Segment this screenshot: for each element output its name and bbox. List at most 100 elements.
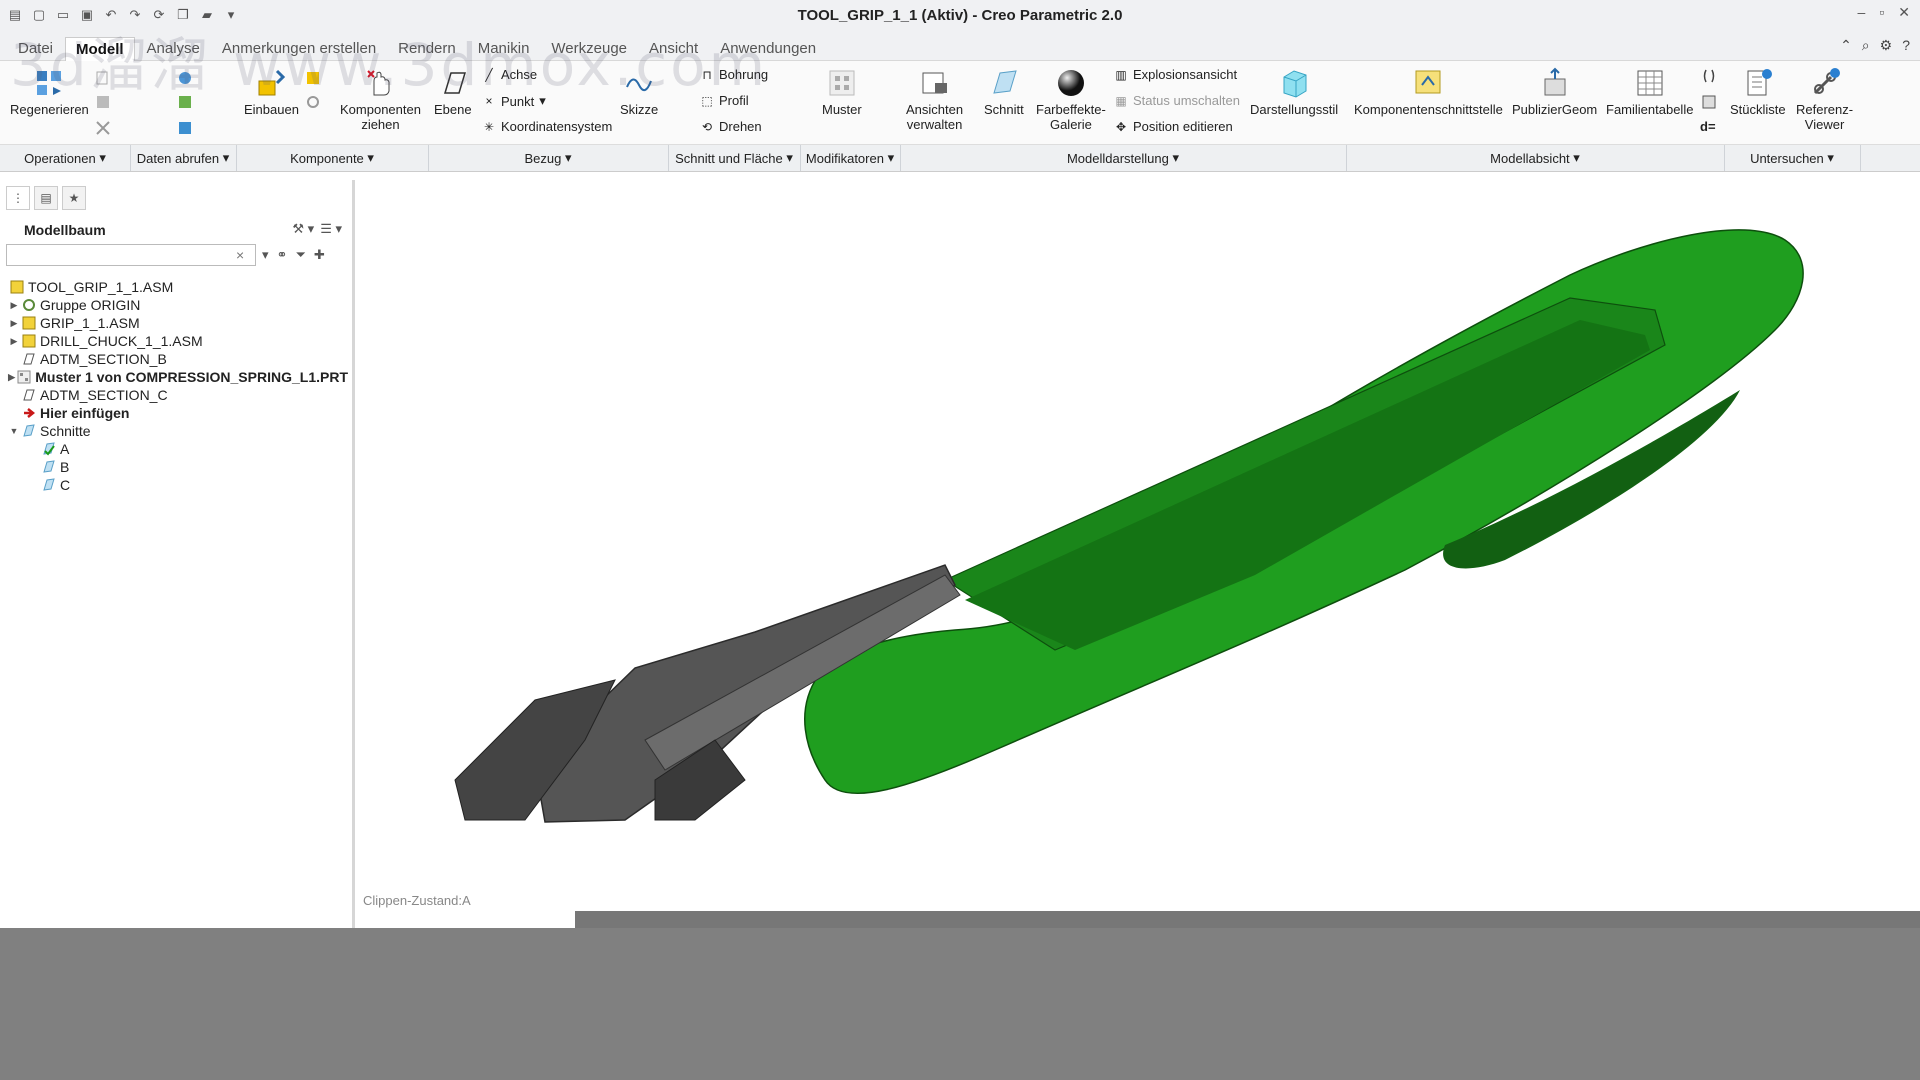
familientabelle-button[interactable]: Familientabelle — [1606, 67, 1693, 117]
drag-components-icon — [364, 67, 396, 99]
tree-item-tool-grip-asm[interactable]: TOOL_GRIP_1_1.ASM — [8, 278, 348, 296]
section-icon — [988, 67, 1020, 99]
delete-icon[interactable] — [94, 119, 112, 137]
tree-settings-icon[interactable]: ⚒ ▾ — [292, 221, 314, 237]
family-table-icon — [1634, 67, 1666, 99]
tree-item-section-b[interactable]: B — [8, 458, 348, 476]
navigator-panel: ⋮ ▤ ★ Modellbaum ⚒ ▾ ☰ ▾ × ▾ ⚭ ⏷ ✚ TOOL_… — [0, 180, 355, 928]
tab-anwendungen[interactable]: Anwendungen — [710, 37, 826, 61]
search-icon[interactable]: ⌕ — [1862, 37, 1870, 54]
group-daten-abrufen[interactable]: Daten abrufen ▾ — [130, 145, 237, 171]
muster-button[interactable]: Muster — [822, 67, 862, 117]
explosionsansicht-button[interactable]: ▥ Explosionsansicht — [1114, 67, 1237, 82]
title-bar: ▤ ▢ ▭ ▣ ↶ ↷ ⟳ ❐ ▰ ▾ TOOL_GRIP_1_1 (Aktiv… — [0, 0, 1920, 32]
model-tree-tab-icon[interactable]: ⋮ — [6, 186, 30, 210]
group-modifikatoren[interactable]: Modifikatoren ▾ — [800, 145, 901, 171]
repeat-icon[interactable] — [304, 93, 322, 111]
tab-datei[interactable]: Datei — [8, 37, 63, 61]
tab-manikin[interactable]: Manikin — [468, 37, 540, 61]
tree-item-muster-compression-spring[interactable]: ▶ Muster 1 von COMPRESSION_SPRING_L1.PRT — [8, 368, 348, 386]
punkt-button[interactable]: × Punkt ▾ — [482, 93, 545, 109]
tab-analyse[interactable]: Analyse — [137, 37, 210, 61]
copy-geometry-icon[interactable] — [176, 93, 194, 111]
profil-button[interactable]: ⬚ Profil — [700, 93, 748, 108]
search-dropdown-icon[interactable]: ▾ — [262, 247, 269, 263]
window-controls: – ▫ ✕ — [1858, 4, 1911, 21]
group-komponente[interactable]: Komponente ▾ — [236, 145, 429, 171]
komponentenschnittstelle-button[interactable]: Komponentenschnittstelle — [1354, 67, 1503, 117]
tab-werkzeuge[interactable]: Werkzeuge — [541, 37, 637, 61]
copy-icon[interactable] — [94, 69, 112, 87]
component-interface-icon — [1412, 67, 1444, 99]
expand-icon[interactable]: ▶ — [8, 372, 15, 383]
bohrung-button[interactable]: ⊓ Bohrung — [700, 67, 768, 82]
user-defined-feature-icon[interactable] — [176, 69, 194, 87]
achse-button[interactable]: ╱ Achse — [482, 67, 537, 82]
relations-icon[interactable] — [1700, 67, 1718, 85]
favorites-tab-icon[interactable]: ★ — [62, 186, 86, 210]
tree-item-section-c[interactable]: C — [8, 476, 348, 494]
add-column-icon[interactable]: ✚ — [314, 247, 325, 263]
ebene-button[interactable]: Ebene — [434, 67, 472, 117]
tree-item-drill-chuck-asm[interactable]: ▶ DRILL_CHUCK_1_1.ASM — [8, 332, 348, 350]
position-editieren-button[interactable]: ✥ Position editieren — [1114, 119, 1233, 134]
clear-search-icon[interactable]: × — [236, 247, 244, 263]
find-binoculars-icon[interactable]: ⚭ — [277, 247, 288, 263]
maximize-icon[interactable]: ▫ — [1879, 4, 1884, 21]
ansichten-verwalten-button[interactable]: Ansichten verwalten — [906, 67, 963, 132]
collapse-icon[interactable]: ▼ — [8, 426, 20, 436]
expand-icon[interactable]: ▶ — [8, 318, 20, 329]
group-untersuchen[interactable]: Untersuchen ▾ — [1724, 145, 1861, 171]
close-icon[interactable]: ✕ — [1898, 4, 1910, 21]
tree-item-grip-asm[interactable]: ▶ GRIP_1_1.ASM — [8, 314, 348, 332]
drehen-button[interactable]: ⟲ Drehen — [700, 119, 762, 134]
komponenten-ziehen-button[interactable]: Komponenten ziehen — [340, 67, 421, 132]
toggle-status-icon: ▦ — [1115, 93, 1127, 108]
shrinkwrap-icon[interactable] — [176, 119, 194, 137]
settings-icon[interactable]: ⚙ — [1880, 37, 1893, 54]
farbeffekte-galerie-button[interactable]: Farbeffekte- Galerie — [1036, 67, 1106, 132]
publiziergeom-button[interactable]: PublizierGeom — [1512, 67, 1597, 117]
status-umschalten-button[interactable]: ▦ Status umschalten — [1114, 93, 1240, 108]
tab-ansicht[interactable]: Ansicht — [639, 37, 708, 61]
tree-item-gruppe-origin[interactable]: ▶ Gruppe ORIGIN — [8, 296, 348, 314]
tab-anmerkungen[interactable]: Anmerkungen erstellen — [212, 37, 386, 61]
tree-item-adtm-section-b[interactable]: ADTM_SECTION_B — [8, 350, 348, 368]
parameters-icon[interactable] — [1700, 93, 1718, 111]
filter-icon[interactable]: ⏷ — [295, 247, 305, 263]
darstellungsstil-button[interactable]: Darstellungsstil — [1250, 67, 1338, 117]
group-operationen[interactable]: Operationen ▾ — [0, 145, 131, 171]
stueckliste-button[interactable]: Stückliste — [1730, 67, 1786, 117]
referenz-viewer-button[interactable]: Referenz- Viewer — [1796, 67, 1853, 132]
group-modelldarstellung[interactable]: Modelldarstellung ▾ — [900, 145, 1347, 171]
group-bezug[interactable]: Bezug ▾ — [428, 145, 669, 171]
einbauen-button[interactable]: Einbauen — [244, 67, 299, 117]
collapse-ribbon-icon[interactable]: ⌃ — [1840, 37, 1852, 54]
d-equals-button[interactable]: d= — [1700, 119, 1716, 134]
tab-rendern[interactable]: Rendern — [388, 37, 466, 61]
tree-item-adtm-section-c[interactable]: ADTM_SECTION_C — [8, 386, 348, 404]
minimize-icon[interactable]: – — [1858, 4, 1866, 21]
folder-browser-tab-icon[interactable]: ▤ — [34, 186, 58, 210]
schnitt-button[interactable]: Schnitt — [984, 67, 1024, 117]
graphics-viewport[interactable]: Clippen-Zustand:A — [355, 180, 1920, 928]
koordinatensystem-button[interactable]: ✳ Koordinatensystem — [482, 119, 612, 134]
tree-item-section-a[interactable]: A — [8, 440, 348, 458]
tree-columns-icon[interactable]: ☰ ▾ — [320, 221, 342, 237]
sketch-icon — [623, 67, 655, 99]
skizze-button[interactable]: Skizze — [620, 67, 658, 117]
regenerieren-button[interactable]: Regenerieren — [10, 67, 89, 117]
create-component-icon[interactable] — [304, 69, 322, 87]
model-tree-search-input[interactable] — [6, 244, 256, 266]
help-icon[interactable]: ? — [1902, 37, 1910, 54]
tab-modell[interactable]: Modell — [65, 37, 135, 61]
group-modellabsicht[interactable]: Modellabsicht ▾ — [1346, 145, 1725, 171]
tree-item-hier-einfuegen[interactable]: Hier einfügen — [8, 404, 348, 422]
group-schnitt-und-flaeche[interactable]: Schnitt und Fläche ▾ — [668, 145, 801, 171]
tree-item-schnitte[interactable]: ▼ Schnitte — [8, 422, 348, 440]
paste-icon[interactable] — [94, 93, 112, 111]
view-manager-icon — [919, 67, 951, 99]
expand-icon[interactable]: ▶ — [8, 300, 20, 311]
expand-icon[interactable]: ▶ — [8, 336, 20, 347]
reference-viewer-icon — [1809, 67, 1841, 99]
